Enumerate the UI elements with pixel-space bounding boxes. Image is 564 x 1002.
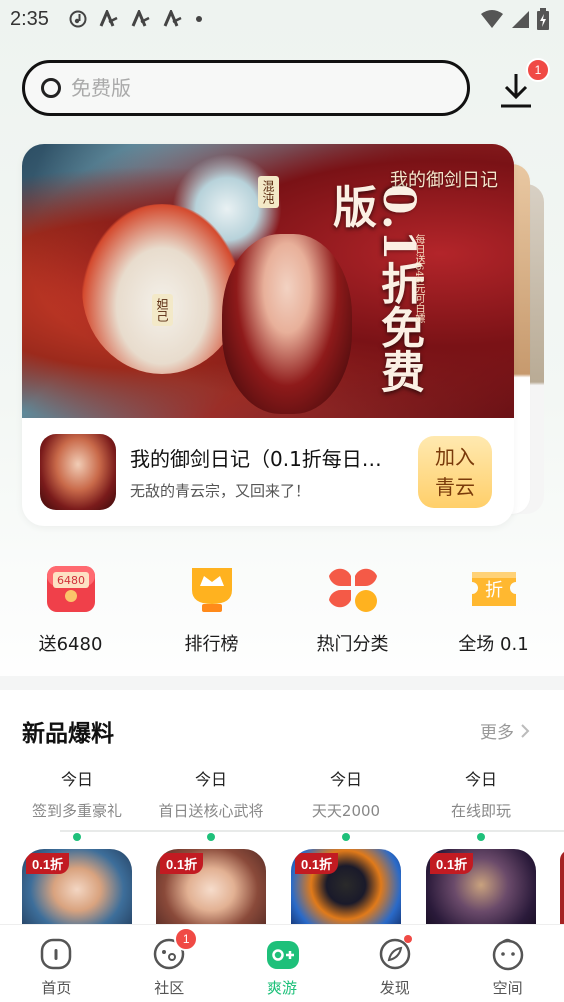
tab-discover[interactable]: 发现 — [338, 925, 451, 1002]
compass-icon — [378, 935, 412, 971]
banner-game-info[interactable]: 我的御剑日记（0.1折每日… 无敌的青云宗，又回来了！ 加入青云 — [22, 418, 514, 526]
chevron-right-icon — [521, 723, 530, 738]
tab-games[interactable]: 爽游 — [226, 925, 339, 1002]
music-icon — [69, 10, 87, 28]
quick-nav-discount[interactable]: 折 全场 0.1 — [423, 560, 564, 670]
search-input[interactable] — [71, 76, 411, 100]
community-badge: 1 — [174, 927, 199, 951]
discount-tag: 0.1折 — [295, 853, 339, 874]
banner-art-label: 混沌 — [258, 176, 279, 208]
trophy-icon — [184, 560, 240, 616]
banner-art-label: 妲己 — [152, 294, 173, 326]
profile-icon — [491, 937, 525, 971]
bottom-tab-bar: 首页 1 社区 爽游 发现 空间 — [0, 924, 564, 1002]
more-link[interactable]: 更多 — [480, 718, 530, 743]
quick-nav-label: 排行榜 — [184, 634, 239, 655]
game-icon[interactable] — [40, 434, 116, 510]
timeline-dot — [342, 833, 350, 841]
game-description: 无敌的青云宗，又回来了！ — [130, 482, 311, 500]
battery-icon — [537, 8, 549, 30]
timeline-item[interactable]: 今日 签到多重豪礼 0.1折 — [12, 766, 142, 939]
red-envelope-amount: 6480 — [57, 574, 85, 587]
game-text: 我的御剑日记（0.1折每日… 无敌的青云宗，又回来了！ — [130, 443, 400, 501]
home-icon — [39, 937, 73, 971]
tab-community[interactable]: 1 社区 — [113, 925, 226, 1002]
tab-profile[interactable]: 空间 — [451, 925, 564, 1002]
discount-tag: 0.1折 — [26, 853, 70, 874]
quick-nav-gift[interactable]: 6480 送6480 — [0, 560, 141, 670]
discount-icon-text: 折 — [485, 580, 503, 601]
a-icon — [99, 10, 118, 27]
signal-icon — [512, 11, 529, 28]
red-envelope-icon: 6480 — [43, 560, 99, 616]
a-icon — [163, 10, 182, 27]
discount-tag: 0.1折 — [430, 853, 474, 874]
tab-label: 发现 — [379, 979, 410, 997]
timeline-day: 今日 — [194, 770, 227, 789]
dot-icon — [195, 16, 202, 22]
discount-icon: 折 — [466, 560, 522, 616]
new-releases-section: 新品爆料 更多 今日 签到多重豪礼 0.1折 今日 首日送核心武将 0.1折 今… — [0, 690, 564, 940]
banner-art-girl — [222, 234, 352, 414]
quick-nav-label: 送6480 — [38, 634, 103, 655]
quick-nav-label: 全场 0.1 — [458, 634, 529, 655]
community-icon: 1 — [152, 927, 199, 971]
download-badge: 1 — [526, 58, 550, 82]
timeline-day: 今日 — [329, 770, 362, 789]
banner-carousel[interactable]: 混沌 妲己 我的御剑日记 0.1折免费版 每日送648元可白嫖 我的御剑日记（0… — [22, 144, 544, 529]
quick-nav-label: 热门分类 — [316, 634, 389, 655]
timeline-dot — [477, 833, 485, 841]
section-divider — [0, 676, 564, 690]
tab-home[interactable]: 首页 — [0, 925, 113, 1002]
search-bar[interactable] — [22, 60, 470, 116]
timeline-desc: 天天2000 — [311, 802, 381, 820]
wifi-icon — [481, 10, 503, 28]
join-button[interactable]: 加入青云 — [418, 436, 492, 508]
release-timeline: 今日 签到多重豪礼 0.1折 今日 首日送核心武将 0.1折 今日 天天2000… — [0, 766, 564, 940]
timeline-desc: 首日送核心武将 — [158, 802, 264, 820]
tab-label: 社区 — [154, 979, 185, 997]
section-title: 新品爆料 — [22, 721, 114, 747]
timeline-dot — [207, 833, 215, 841]
tab-label: 首页 — [41, 979, 72, 997]
timeline-day: 今日 — [60, 770, 93, 789]
status-time: 2:35 — [10, 7, 49, 30]
quick-nav: 6480 送6480 排行榜 热门分类 折 全场 0.1 — [0, 560, 564, 670]
timeline-item[interactable]: 今日 首日送核心武将 0.1折 — [146, 766, 276, 939]
status-bar: 2:35 — [0, 0, 564, 38]
banner-subtitle: 每日送648元可白嫖 — [413, 234, 424, 324]
tab-label: 爽游 — [266, 979, 297, 997]
discount-tag: 0.1折 — [160, 853, 204, 874]
timeline-dot — [73, 833, 81, 841]
timeline-item[interactable]: 今日 在线即玩 0.1折 — [416, 766, 546, 939]
tab-label: 空间 — [492, 979, 523, 997]
game-name: 我的御剑日记（0.1折每日… — [130, 447, 382, 471]
category-icon — [325, 560, 381, 616]
gamepad-icon — [265, 937, 299, 971]
timeline-desc: 在线即玩 — [450, 802, 511, 820]
banner-card[interactable]: 混沌 妲己 我的御剑日记 0.1折免费版 每日送648元可白嫖 我的御剑日记（0… — [22, 144, 514, 526]
timeline-day: 今日 — [464, 770, 497, 789]
a-icon — [131, 10, 150, 27]
banner-art-fox — [82, 204, 242, 374]
discover-dot — [403, 935, 412, 943]
quick-nav-categories[interactable]: 热门分类 — [282, 560, 423, 670]
timeline-item[interactable]: 今日 天天2000 0.1折 — [281, 766, 411, 939]
quick-nav-ranking[interactable]: 排行榜 — [141, 560, 282, 670]
more-label: 更多 — [480, 723, 514, 743]
timeline-desc: 签到多重豪礼 — [31, 802, 122, 820]
notification-icons — [69, 10, 203, 28]
system-icons — [480, 8, 550, 30]
banner-image[interactable]: 混沌 妲己 我的御剑日记 0.1折免费版 每日送648元可白嫖 — [22, 144, 514, 418]
search-icon — [41, 78, 61, 98]
download-button[interactable]: 1 — [498, 58, 550, 108]
